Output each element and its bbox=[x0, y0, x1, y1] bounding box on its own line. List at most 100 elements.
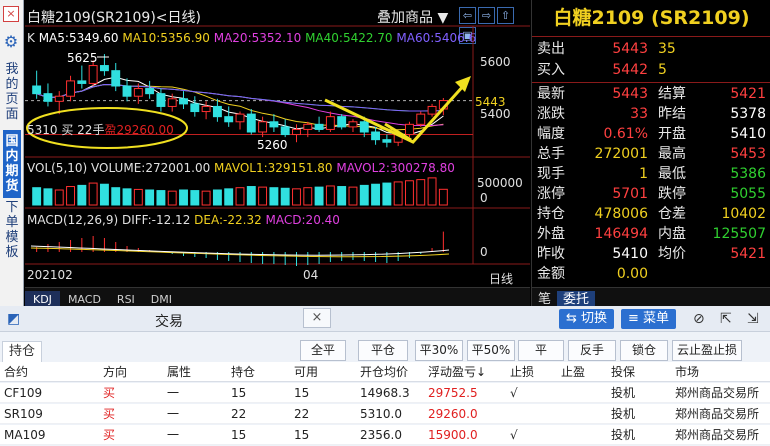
sidebar-item-order-template[interactable]: 下单模板 bbox=[3, 200, 21, 260]
shrink-icon[interactable]: ⇲ bbox=[747, 311, 759, 327]
candle-body bbox=[246, 113, 256, 133]
cell-stop-loss: √ bbox=[510, 386, 518, 400]
cell-position: 15 bbox=[231, 428, 247, 442]
buy-row: 买入 5442 5 bbox=[532, 61, 770, 80]
candle-body bbox=[359, 121, 369, 133]
quote-label-2: 最低 bbox=[658, 166, 686, 182]
cell-market: 郑州商品交易所 bbox=[675, 386, 760, 400]
sidebar-item-domestic-futures[interactable]: 国内期货 bbox=[3, 130, 21, 198]
quote-value-1: 5701 bbox=[612, 186, 648, 202]
col-hedge[interactable]: 投保 bbox=[611, 362, 635, 382]
col-market[interactable]: 市场 bbox=[675, 362, 699, 382]
pin-icon[interactable]: ⊘ bbox=[693, 311, 705, 327]
holdings-table-header: 合约 方向 属性 持仓 可用 开仓均价 浮动盈亏↓ 止损 止盈 投保 市场 bbox=[0, 362, 770, 382]
volume-bar bbox=[179, 189, 188, 206]
quote-label-2: 结算 bbox=[658, 86, 686, 102]
volume-bar bbox=[246, 186, 256, 206]
quote-value-2: 10402 bbox=[721, 206, 766, 222]
volume-bar bbox=[43, 188, 53, 206]
trend-annotation bbox=[324, 82, 467, 144]
close-icon[interactable]: × bbox=[3, 6, 19, 22]
quote-label-2: 昨结 bbox=[658, 106, 686, 122]
candle-body bbox=[122, 85, 132, 97]
col-available[interactable]: 可用 bbox=[294, 362, 318, 382]
candle-body bbox=[77, 80, 87, 84]
quote-label-1: 涨停 bbox=[537, 186, 565, 202]
col-open-price[interactable]: 开仓均价 bbox=[360, 362, 408, 382]
table-row[interactable]: SR109 买 一 22 22 5310.0 29260.0 投机 郑州商品交易所 bbox=[0, 404, 770, 424]
col-attribute[interactable]: 属性 bbox=[167, 362, 191, 382]
trading-app: × ⚙ 我的页面 国内期货 下单模板 白糖2109(SR2109)<日线) 叠加… bbox=[0, 0, 770, 446]
trade-title-bar: ◩ 交易 × ⇆ 切换 ≡ 菜单 ⊘ ⇱ ⇲ bbox=[0, 306, 770, 332]
quote-row: 总手 272001 最高 5453 bbox=[532, 145, 770, 164]
cell-hedge: 投机 bbox=[611, 428, 636, 442]
candle-body bbox=[427, 105, 437, 115]
col-position[interactable]: 持仓 bbox=[231, 362, 255, 382]
kline-chart[interactable]: 白糖2109(SR2109)<日线) 叠加商品 ▼ ⇦ ⇨ ⇧▣ K MA5:534… bbox=[25, 0, 530, 287]
candle-body bbox=[325, 116, 335, 130]
lock-button[interactable]: 锁仓 bbox=[620, 340, 668, 361]
switch-button[interactable]: ⇆ 切换 bbox=[559, 309, 615, 329]
quote-value-1: 1 bbox=[639, 166, 648, 182]
col-take-profit[interactable]: 止盈 bbox=[561, 362, 585, 382]
close-50-button[interactable]: 平50% bbox=[467, 340, 515, 361]
volume-bar bbox=[325, 185, 335, 206]
position-profit: 盈29260.00 bbox=[104, 123, 174, 137]
cell-available: 22 bbox=[294, 407, 310, 421]
volume-bar bbox=[235, 187, 245, 206]
quote-label-1: 涨跌 bbox=[537, 106, 565, 122]
trade-title: 交易 bbox=[155, 314, 183, 330]
quote-row: 持仓 478006 仓差 10402 bbox=[532, 205, 770, 224]
macd-axis-0: 0 bbox=[480, 245, 488, 259]
table-row[interactable]: MA109 买 一 15 15 2356.0 15900.0 √ 投机 郑州商品交易所 bbox=[0, 425, 770, 445]
volume-bar bbox=[269, 187, 279, 206]
col-direction[interactable]: 方向 bbox=[103, 362, 127, 382]
low-price-label: 5260 bbox=[257, 138, 288, 152]
diff-line bbox=[30, 245, 450, 256]
close-position-button[interactable]: 平仓 bbox=[358, 340, 408, 361]
candle-body bbox=[99, 65, 109, 72]
col-stop-loss[interactable]: 止损 bbox=[510, 362, 534, 382]
col-contract[interactable]: 合约 bbox=[4, 362, 28, 382]
menu-button[interactable]: ≡ 菜单 bbox=[621, 309, 677, 329]
col-float-pl[interactable]: 浮动盈亏↓ bbox=[428, 362, 486, 382]
quote-label-1: 总手 bbox=[537, 146, 565, 162]
volume-bar bbox=[167, 190, 177, 206]
quote-value-2: 5421 bbox=[730, 86, 766, 102]
cell-position: 22 bbox=[231, 407, 247, 421]
volume-bar bbox=[66, 186, 75, 206]
volume-bar bbox=[393, 181, 403, 206]
volume-bar bbox=[99, 183, 109, 206]
price-axis-5600: 5600 bbox=[480, 55, 511, 69]
gear-icon[interactable]: ⚙ bbox=[3, 34, 19, 50]
ma-line-40 bbox=[36, 83, 444, 112]
tab-holdings[interactable]: 持仓 bbox=[2, 341, 42, 362]
candle-body bbox=[32, 85, 42, 95]
candle-body bbox=[212, 105, 222, 118]
quote-value-2: 125507 bbox=[712, 226, 766, 242]
reverse-button[interactable]: 反手 bbox=[568, 340, 616, 361]
candle-body bbox=[405, 123, 414, 136]
volume-bar bbox=[54, 189, 64, 206]
cell-open-price: 2356.0 bbox=[360, 428, 402, 442]
candle-body bbox=[348, 121, 358, 128]
candle-body bbox=[66, 80, 75, 97]
close-button[interactable]: × bbox=[303, 308, 331, 328]
volume-bar bbox=[145, 189, 155, 206]
candle-body bbox=[145, 88, 155, 95]
quote-label-1: 持仓 bbox=[537, 206, 565, 222]
expand-up-icon[interactable]: ⇱ bbox=[720, 311, 732, 327]
quote-value-1: 0.00 bbox=[616, 266, 648, 282]
cloud-stop-button[interactable]: 云止盈止损 bbox=[672, 340, 742, 361]
close-all-button[interactable]: 全平 bbox=[300, 340, 346, 361]
candle-body bbox=[292, 128, 301, 136]
table-row[interactable]: CF109 买 一 15 15 14968.3 29752.5 √ 投机 郑州商品交易所 bbox=[0, 383, 770, 403]
sell-price: 5443 bbox=[612, 41, 648, 57]
volume-bar bbox=[190, 190, 200, 206]
candle-body bbox=[224, 116, 234, 123]
sidebar-item-my-page[interactable]: 我的页面 bbox=[3, 62, 21, 122]
quote-label-1: 现手 bbox=[537, 166, 565, 182]
close-100-button[interactable]: 平100% bbox=[518, 340, 564, 376]
candle-body bbox=[337, 116, 347, 128]
close-30-button[interactable]: 平30% bbox=[415, 340, 463, 361]
